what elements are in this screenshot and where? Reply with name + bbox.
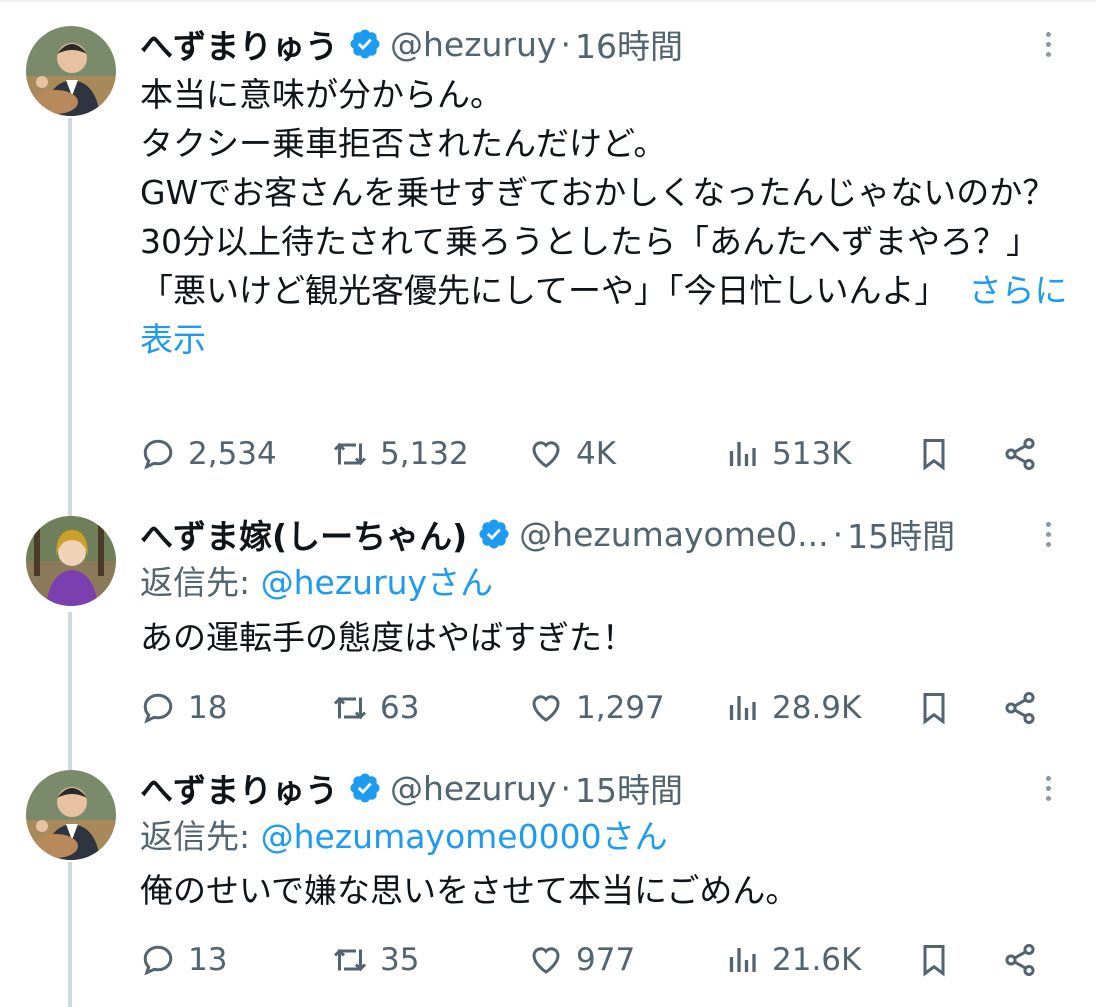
tweet-text: 本当に意味が分からん。 タクシー乗車拒否されたんだけど。 GWでお客さんを乗せす… xyxy=(140,70,1070,364)
tweet[interactable]: へずまりゅう @hezuruy · 16時間 本当に意味が分からん。 タクシー乗… xyxy=(0,0,1096,500)
like-count: 4K xyxy=(576,436,617,472)
reply-to-handle[interactable]: @hezumayome0000さん xyxy=(261,817,668,856)
tweet-header: へずまりゅう @hezuruy · 15時間 xyxy=(140,766,1056,811)
retweet-icon xyxy=(333,948,367,972)
handle[interactable]: @hezuruy xyxy=(390,25,556,64)
share-icon xyxy=(1005,691,1035,725)
tweet[interactable]: へずま嫁(しーちゃん) @hezumayome0... · 15時間 返信先: … xyxy=(0,500,1096,750)
reply-button[interactable]: 2,534 xyxy=(140,430,277,478)
view-count: 28.9K xyxy=(772,690,862,726)
tweet-text: 俺のせいで嫌な思いをさせて本当にごめん。 xyxy=(140,866,1070,915)
avatar[interactable] xyxy=(26,516,116,606)
bar-chart-icon xyxy=(729,948,756,972)
action-bar: 18 63 1,297 28.9K xyxy=(140,684,1060,732)
tweet-text-content: 本当に意味が分からん。 タクシー乗車拒否されたんだけど。 GWでお客さんを乗せす… xyxy=(140,75,1056,310)
retweet-count: 35 xyxy=(380,942,420,978)
bookmark-icon xyxy=(923,693,945,725)
tweet-text-content: あの運転手の態度はやばすぎた！ xyxy=(140,618,635,657)
retweet-button[interactable]: 5,132 xyxy=(332,430,469,478)
bookmark-button[interactable] xyxy=(916,936,952,984)
reply-to-line: 返信先: @hezuruyさん xyxy=(140,559,493,607)
share-icon xyxy=(1005,943,1035,977)
like-button[interactable]: 977 xyxy=(528,936,635,984)
verified-badge-icon xyxy=(350,773,380,803)
retweet-icon xyxy=(333,696,367,720)
avatar[interactable] xyxy=(26,770,116,860)
timestamp[interactable]: 15時間 xyxy=(575,766,683,810)
reply-to-handle[interactable]: @hezuruyさん xyxy=(261,563,493,602)
share-button[interactable] xyxy=(1002,684,1038,732)
tweet-text: あの運転手の態度はやばすぎた！ xyxy=(140,613,1070,662)
reply-count: 18 xyxy=(188,690,228,726)
share-button[interactable] xyxy=(1002,430,1038,478)
reply-to-label: 返信先: xyxy=(140,817,261,856)
verified-badge-icon xyxy=(350,29,380,59)
retweet-button[interactable]: 35 xyxy=(332,936,419,984)
display-name[interactable]: へずまりゅう xyxy=(140,766,338,810)
more-vertical-icon[interactable] xyxy=(1036,22,1060,66)
retweet-count: 5,132 xyxy=(380,436,469,472)
tweet-text-content: 俺のせいで嫌な思いをさせて本当にごめん。 xyxy=(140,871,799,910)
share-icon xyxy=(1005,437,1035,471)
tweet-header: へずま嫁(しーちゃん) @hezumayome0... · 15時間 xyxy=(140,512,1056,557)
action-bar: 13 35 977 21.6K xyxy=(140,936,1060,984)
views-button[interactable]: 21.6K xyxy=(724,936,861,984)
more-vertical-icon[interactable] xyxy=(1036,512,1060,556)
bookmark-icon xyxy=(923,945,945,977)
views-button[interactable]: 28.9K xyxy=(724,684,861,732)
display-name[interactable]: へずまりゅう xyxy=(140,22,338,66)
reply-count: 13 xyxy=(188,942,228,978)
handle[interactable]: @hezumayome0... xyxy=(519,515,828,554)
timestamp[interactable]: 16時間 xyxy=(575,22,683,66)
like-count: 1,297 xyxy=(576,690,665,726)
heart-icon xyxy=(532,441,560,468)
like-button[interactable]: 1,297 xyxy=(528,684,665,732)
speech-bubble-icon xyxy=(143,439,173,470)
speech-bubble-icon xyxy=(143,945,173,976)
like-button[interactable]: 4K xyxy=(528,430,616,478)
views-button[interactable]: 513K xyxy=(724,430,852,478)
avatar[interactable] xyxy=(26,26,116,116)
verified-badge-icon xyxy=(479,519,509,549)
reply-to-line: 返信先: @hezumayome0000さん xyxy=(140,813,668,861)
reply-to-label: 返信先: xyxy=(140,563,261,602)
speech-bubble-icon xyxy=(143,693,173,724)
bar-chart-icon xyxy=(729,696,756,720)
handle[interactable]: @hezuruy xyxy=(390,769,556,808)
timestamp[interactable]: 15時間 xyxy=(847,512,955,556)
bookmark-button[interactable] xyxy=(916,684,952,732)
separator-dot: · xyxy=(560,768,571,808)
bar-chart-icon xyxy=(729,442,756,466)
bookmark-icon xyxy=(923,439,945,471)
retweet-button[interactable]: 63 xyxy=(332,684,419,732)
separator-dot: · xyxy=(560,24,571,64)
reply-count: 2,534 xyxy=(188,436,277,472)
reply-button[interactable]: 18 xyxy=(140,684,227,732)
tweet-header: へずまりゅう @hezuruy · 16時間 xyxy=(140,22,1056,67)
display-name[interactable]: へずま嫁(しーちゃん) xyxy=(140,512,467,556)
tweet[interactable]: へずまりゅう @hezuruy · 15時間 返信先: @hezumayome0… xyxy=(0,750,1096,1007)
reply-button[interactable]: 13 xyxy=(140,936,227,984)
more-vertical-icon[interactable] xyxy=(1036,766,1060,810)
heart-icon xyxy=(532,695,560,722)
heart-icon xyxy=(532,947,560,974)
share-button[interactable] xyxy=(1002,936,1038,984)
like-count: 977 xyxy=(576,942,636,978)
action-bar: 2,534 5,132 4K 513K xyxy=(140,430,1060,478)
retweet-count: 63 xyxy=(380,690,420,726)
retweet-icon xyxy=(333,442,367,466)
view-count: 21.6K xyxy=(772,942,862,978)
view-count: 513K xyxy=(772,436,852,472)
separator-dot: · xyxy=(832,514,844,554)
bookmark-button[interactable] xyxy=(916,430,952,478)
